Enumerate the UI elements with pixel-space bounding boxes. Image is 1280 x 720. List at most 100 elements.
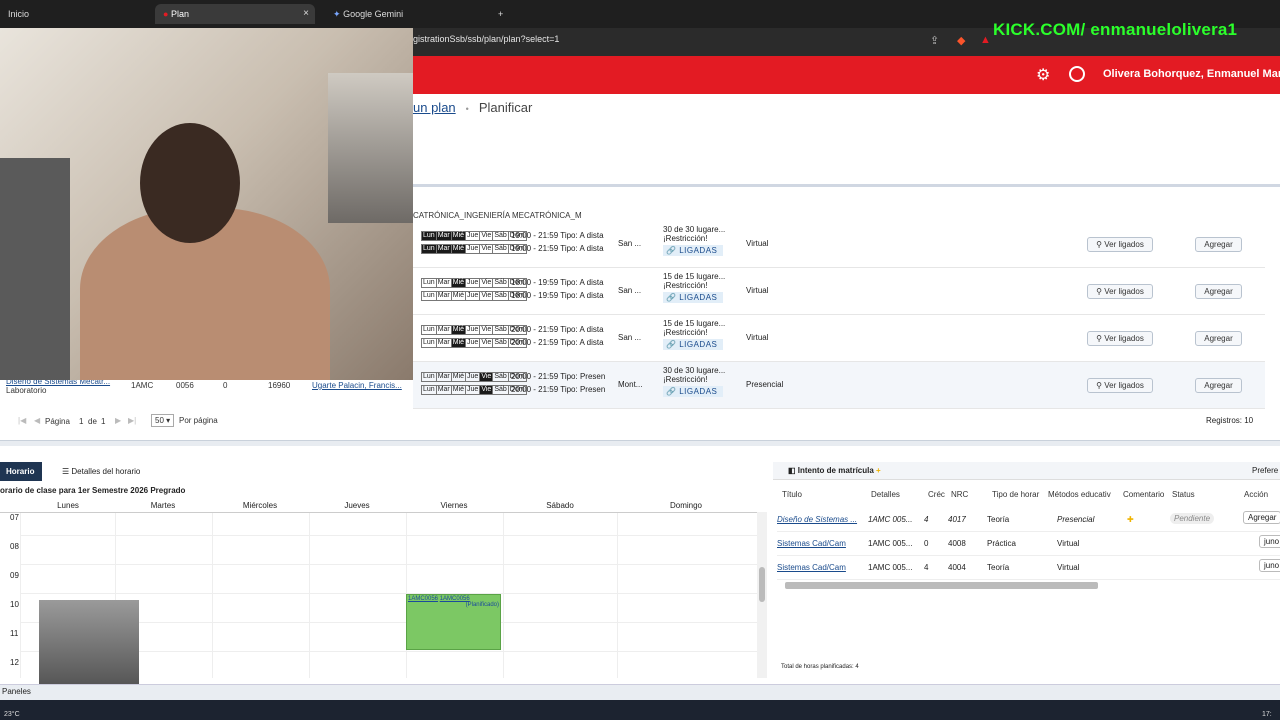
attempt-nrc: 4004	[948, 563, 966, 572]
close-icon[interactable]: ×	[303, 4, 309, 24]
url-text[interactable]: gistrationSsb/ssb/plan/plan?select=1	[413, 34, 559, 44]
section-row[interactable]: Lun Mar Mié Jue Vie Sáb Dom 19:00 - 21:59 Tipo:…	[413, 221, 1265, 268]
user-name[interactable]: Olivera Bohorquez, Enmanuel Mar	[1103, 68, 1280, 80]
attempt-status: Pendiente	[1170, 513, 1215, 524]
tab-plan[interactable]: ● Plan ×	[155, 4, 315, 24]
user-icon[interactable]	[1069, 66, 1085, 82]
first-page-icon[interactable]: |◀	[18, 416, 26, 425]
add-button[interactable]: Agregar	[1195, 378, 1242, 393]
seats-cell: 15 de 15 lugare... ¡Restricción! 🔗 LIGADAS	[663, 319, 725, 350]
view-linked-label: Ver ligados	[1104, 334, 1144, 343]
ligadas-badge[interactable]: 🔗 LIGADAS	[663, 245, 724, 256]
brave-shield-icon[interactable]: ◆	[957, 34, 965, 47]
breadcrumb-link[interactable]: un plan	[413, 100, 456, 115]
attempt-column-header[interactable]: NRC	[951, 490, 968, 499]
attempt-column-header[interactable]: Acción	[1244, 490, 1268, 499]
per-page-select[interactable]: 50 ▾	[151, 414, 175, 427]
attempt-action[interactable]: Agregar	[1243, 511, 1280, 524]
ligadas-label: LIGADAS	[679, 340, 718, 349]
section-row[interactable]: Lun Mar Mié Jue Vie Sáb Dom 18:00 - 19:59 Tipo:…	[413, 268, 1265, 315]
tab-label: Google Gemini	[343, 9, 404, 19]
attempt-row[interactable]: Diseño de Sistemas ... 1AMC 005... 4 4017 Te…	[777, 508, 1280, 532]
day-box: Jue	[465, 291, 481, 301]
section-row[interactable]: Lun Mar Mié Jue Vie Sáb Dom 20:00 - 21:59 Tipo:…	[413, 315, 1265, 362]
day-box: Jue	[465, 385, 481, 395]
next-page-icon[interactable]: ▶	[115, 416, 121, 425]
attempt-nrc: 4008	[948, 539, 966, 548]
day-box: Lun	[421, 325, 437, 335]
instruction-mode: Virtual	[746, 333, 769, 342]
attempt-column-header[interactable]: Status	[1172, 490, 1195, 499]
warning-icon[interactable]: ▲	[980, 34, 991, 46]
section-row[interactable]: Lun Mar Mié Jue Vie Sáb Dom 20:00 - 21:59 Tipo:…	[413, 362, 1265, 409]
day-box: Mar	[435, 244, 452, 254]
scroll-thumb[interactable]	[759, 567, 765, 602]
day-header-2: Miércoles	[242, 501, 278, 510]
add-button[interactable]: Agregar	[1195, 284, 1242, 299]
meeting-time: 20:00 - 21:59 Tipo: Presen	[511, 372, 606, 381]
tab-horario[interactable]: Horario	[0, 462, 42, 481]
attempt-type: Teoría	[987, 563, 1010, 572]
attempt-hscrollbar[interactable]	[785, 582, 1098, 589]
preferences-link[interactable]: Prefere	[1252, 466, 1278, 475]
day-box: Jue	[465, 325, 481, 335]
new-tab-button[interactable]: +	[490, 4, 510, 24]
tab-inicio[interactable]: Inicio	[0, 4, 150, 24]
add-note-icon[interactable]: +	[876, 466, 881, 475]
page-total: 1	[101, 417, 106, 426]
grid-hour-line	[20, 564, 757, 565]
attempt-title[interactable]: Sistemas Cad/Cam	[777, 563, 846, 572]
attempt-type: Práctica	[987, 539, 1016, 548]
tab-gemini[interactable]: ✦ Google Gemini	[325, 4, 485, 24]
comment-icon[interactable]: ✚	[1127, 515, 1134, 524]
ligadas-label: LIGADAS	[679, 246, 718, 255]
attempt-column-header[interactable]: Título	[782, 490, 802, 499]
tab-detalles-horario[interactable]: ☰ Detalles del horario	[56, 462, 146, 481]
prev-page-icon[interactable]: ◀	[34, 416, 40, 425]
share-icon[interactable]: ⇪	[930, 34, 939, 47]
attempt-row[interactable]: Sistemas Cad/Cam 1AMC 005... 0 4008 Práctica…	[777, 532, 1280, 556]
page-of: de	[88, 417, 97, 426]
schedule-event[interactable]: 1AMC0056 1AMC0056 (Planificado)	[406, 594, 501, 650]
day-box: Vie	[479, 325, 494, 335]
attempt-action[interactable]: juno	[1259, 535, 1280, 548]
day-box: Jue	[465, 278, 481, 288]
campus-cell: San ...	[618, 286, 642, 295]
attempt-column-header[interactable]: Detalles	[871, 490, 900, 499]
breadcrumb: un plan • Planificar	[413, 100, 532, 115]
page-input[interactable]: 1	[79, 417, 83, 426]
panel-divider[interactable]	[0, 440, 1280, 446]
ligadas-badge[interactable]: 🔗 LIGADAS	[663, 292, 724, 303]
grid-column-line	[503, 513, 504, 678]
attempt-title-text: Intento de matrícula	[797, 466, 874, 475]
attempt-column-header[interactable]: Créc	[928, 490, 945, 499]
tab-label: Plan	[170, 9, 189, 19]
panel-icon: ◧	[788, 466, 798, 475]
day-box: Lun	[421, 231, 437, 241]
ligadas-badge[interactable]: 🔗 LIGADAS	[663, 386, 724, 397]
schedule-scrollbar[interactable]	[757, 512, 767, 678]
add-button[interactable]: Agregar	[1195, 237, 1242, 252]
ligadas-badge[interactable]: 🔗 LIGADAS	[663, 339, 724, 350]
view-linked-button[interactable]: ⚲ Ver ligados	[1087, 331, 1153, 346]
panels-toggle[interactable]: Paneles	[2, 687, 31, 696]
meeting-time: 18:00 - 19:59 Tipo: A dista	[511, 291, 604, 300]
gear-icon[interactable]: ⚙	[1036, 65, 1050, 85]
meeting-time: 20:00 - 21:59 Tipo: A dista	[511, 325, 604, 334]
add-button[interactable]: Agregar	[1195, 331, 1242, 346]
attempt-action[interactable]: juno	[1259, 559, 1280, 572]
view-linked-button[interactable]: ⚲ Ver ligados	[1087, 378, 1153, 393]
attempt-column-header[interactable]: Comentario	[1123, 490, 1164, 499]
view-linked-button[interactable]: ⚲ Ver ligados	[1087, 284, 1153, 299]
attempt-title[interactable]: Sistemas Cad/Cam	[777, 539, 846, 548]
records-count: Registros: 10	[1206, 416, 1254, 425]
instructor-cell[interactable]: Ugarte Palacin, Francis...	[312, 381, 402, 390]
day-box: Mié	[450, 385, 467, 395]
attempt-column-header[interactable]: Tipo de horar	[992, 490, 1039, 499]
view-linked-button[interactable]: ⚲ Ver ligados	[1087, 237, 1153, 252]
attempt-title[interactable]: Diseño de Sistemas ...	[777, 515, 857, 524]
attempt-row[interactable]: Sistemas Cad/Cam 1AMC 005... 4 4004 Teoría Vi…	[777, 556, 1280, 580]
divider	[413, 184, 1280, 187]
last-page-icon[interactable]: ▶|	[128, 416, 136, 425]
attempt-column-header[interactable]: Métodos educativ	[1048, 490, 1111, 499]
